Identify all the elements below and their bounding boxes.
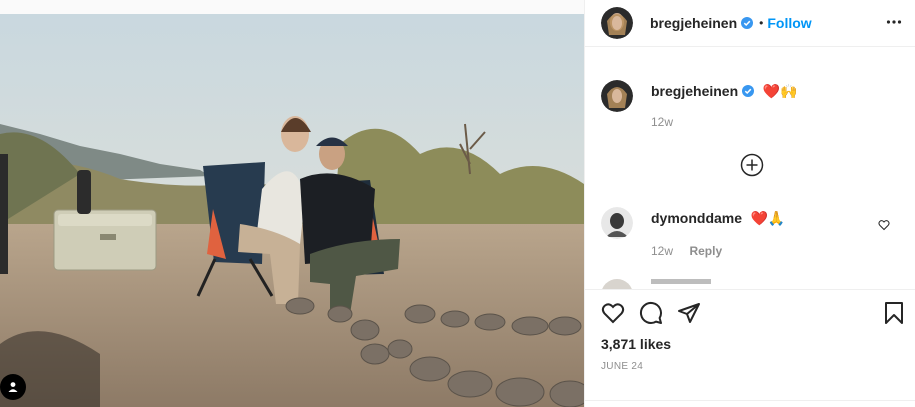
user-tag-icon bbox=[8, 382, 18, 392]
verified-icon bbox=[742, 85, 755, 97]
comment-time[interactable]: 12w bbox=[651, 244, 673, 258]
post-photo[interactable] bbox=[0, 14, 584, 407]
comment-icon bbox=[639, 301, 662, 324]
author-avatar-image bbox=[601, 7, 633, 39]
next-comment-avatar bbox=[601, 279, 633, 289]
next-comment-text bbox=[651, 279, 711, 284]
post-side-panel: bregjeheinen • Follow bregjeheinen ❤️🙌 1… bbox=[584, 0, 915, 407]
comment-body: dymonddame ❤️🙏 12w Reply bbox=[651, 210, 785, 260]
save-button[interactable] bbox=[882, 301, 906, 330]
author-avatar[interactable] bbox=[601, 7, 633, 39]
comment-meta: 12w Reply bbox=[651, 242, 785, 260]
load-more-comments-button[interactable] bbox=[740, 153, 764, 182]
caption-username[interactable]: bregjeheinen bbox=[651, 83, 738, 99]
heart-outline-icon bbox=[878, 220, 890, 231]
comment-emojis: ❤️🙏 bbox=[750, 211, 786, 227]
more-icon bbox=[886, 20, 902, 24]
post-header: bregjeheinen • Follow bbox=[585, 0, 915, 47]
caption-body: bregjeheinen ❤️🙌 12w bbox=[651, 83, 797, 129]
more-options-button[interactable] bbox=[886, 14, 902, 35]
post-caption: bregjeheinen ❤️🙌 12w bbox=[601, 80, 797, 129]
likes-count[interactable]: 3,871 likes bbox=[601, 336, 671, 352]
action-icons bbox=[601, 301, 701, 330]
caption-time[interactable]: 12w bbox=[651, 115, 797, 129]
instagram-post-modal: bregjeheinen • Follow bregjeheinen ❤️🙌 1… bbox=[0, 0, 915, 407]
commenter-username[interactable]: dymonddame bbox=[651, 210, 742, 226]
caption-emojis: ❤️🙌 bbox=[762, 84, 798, 100]
desert-photo-illustration bbox=[0, 14, 584, 407]
comment-item: dymonddame ❤️🙏 12w Reply bbox=[601, 207, 901, 260]
heart-outline-icon bbox=[601, 303, 625, 324]
add-comment-area[interactable] bbox=[585, 400, 915, 407]
user-tag-button[interactable] bbox=[0, 374, 26, 400]
caption-line: bregjeheinen ❤️🙌 bbox=[651, 83, 797, 101]
author-username[interactable]: bregjeheinen bbox=[650, 15, 737, 31]
commenter-avatar[interactable] bbox=[601, 207, 633, 239]
verified-icon bbox=[741, 17, 754, 29]
post-actions: 3,871 likes JUNE 24 bbox=[585, 289, 915, 407]
separator-dot: • bbox=[759, 16, 764, 30]
post-date[interactable]: JUNE 24 bbox=[601, 361, 643, 372]
caption-avatar-image bbox=[601, 80, 633, 112]
add-circle-icon bbox=[740, 153, 764, 177]
reply-button[interactable]: Reply bbox=[689, 244, 722, 258]
caption-avatar[interactable] bbox=[601, 80, 633, 112]
share-icon bbox=[678, 303, 700, 323]
share-button[interactable] bbox=[677, 301, 701, 330]
follow-button[interactable]: Follow bbox=[767, 15, 811, 31]
comment-button[interactable] bbox=[639, 301, 663, 330]
comment-like-button[interactable] bbox=[878, 218, 890, 236]
like-button[interactable] bbox=[601, 301, 625, 330]
commenter-avatar-image bbox=[601, 207, 633, 239]
bookmark-icon bbox=[885, 302, 903, 324]
comment-line: dymonddame ❤️🙏 bbox=[651, 210, 785, 228]
